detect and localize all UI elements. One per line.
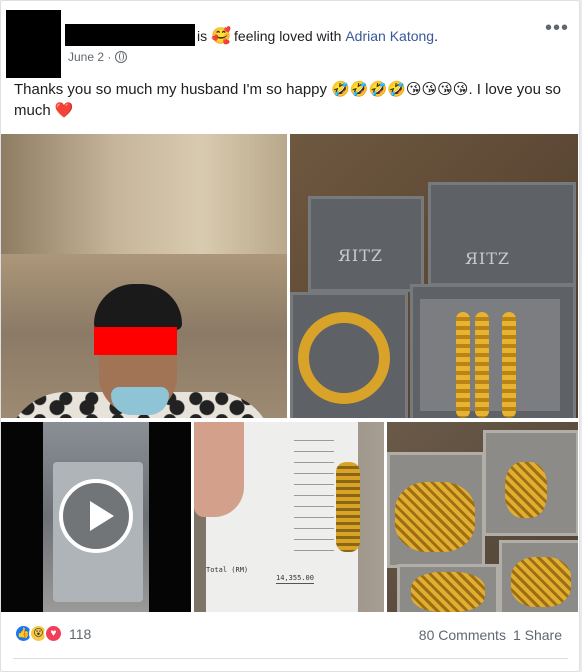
photo-receipt[interactable]: Total (RM) 14,355.00 xyxy=(194,422,384,612)
background-wall xyxy=(1,134,287,254)
post-date-link[interactable]: June 2 · xyxy=(68,50,111,64)
photo-gold-jewelry-trays[interactable] xyxy=(387,422,578,612)
post-headline: is 🥰 feeling loved with Adrian Katong. xyxy=(197,26,438,46)
shares-link[interactable]: 1 Share xyxy=(513,627,562,643)
cap xyxy=(94,284,182,330)
receipt-total-label: Total (RM) xyxy=(206,566,249,574)
comments-link[interactable]: 80 Comments xyxy=(419,627,506,643)
gold-chain-bottom-right xyxy=(511,557,571,607)
box-lid-right xyxy=(428,182,576,286)
face-mask xyxy=(111,387,169,415)
gold-chain-bottom xyxy=(411,572,485,612)
headline-end: . xyxy=(434,28,438,44)
gold-chain xyxy=(336,462,360,552)
post-body: Thanks you so much my husband I'm so hap… xyxy=(14,81,561,119)
photo-man-at-table[interactable] xyxy=(1,134,287,418)
heart-emoji-icon: ❤️ xyxy=(54,102,74,119)
post-text: Thanks you so much my husband I'm so hap… xyxy=(14,79,564,121)
velvet-pad xyxy=(420,299,560,411)
feeling-emoji-icon: 🥰 xyxy=(211,28,232,45)
more-options-icon[interactable]: ••• xyxy=(545,18,569,38)
play-icon[interactable] xyxy=(59,479,133,553)
post-card: is 🥰 feeling loved with Adrian Katong. J… xyxy=(0,0,580,672)
reactions-summary[interactable]: 👍 😮 ♥ 118 xyxy=(14,624,91,643)
box-lid-left xyxy=(308,196,424,292)
love-icon: ♥ xyxy=(44,624,63,643)
headline-verb: is xyxy=(197,28,208,44)
feeling-text: feeling loved with xyxy=(234,28,342,44)
receipt-total-value: 14,355.00 xyxy=(276,574,314,584)
video-thumbnail-scale[interactable] xyxy=(1,422,191,612)
post-stats: 80 Comments 1 Share xyxy=(419,627,562,643)
gold-chain-2 xyxy=(475,312,489,418)
gold-chain-3 xyxy=(502,312,516,418)
author-name-redacted[interactable] xyxy=(65,24,195,46)
gold-chain-right xyxy=(505,462,547,518)
post-meta: June 2 · xyxy=(68,50,128,64)
receipt-lines xyxy=(294,440,334,560)
box-logo-left: ЯIТZ xyxy=(338,246,384,265)
globe-icon[interactable] xyxy=(115,51,128,63)
reaction-count: 118 xyxy=(69,625,92,642)
tagged-person-link[interactable]: Adrian Katong xyxy=(345,28,434,44)
divider xyxy=(13,658,568,659)
photo-gold-boxes[interactable]: ЯIТZ ЯIТZ xyxy=(290,134,578,418)
gold-chains-pile xyxy=(395,482,475,552)
red-redaction-bar xyxy=(94,327,177,355)
author-avatar-redacted[interactable] xyxy=(6,10,61,78)
gold-chain-1 xyxy=(456,312,470,418)
box-logo-right: ЯIТZ xyxy=(465,249,511,268)
hand xyxy=(194,422,244,517)
gold-bangle xyxy=(298,312,390,404)
